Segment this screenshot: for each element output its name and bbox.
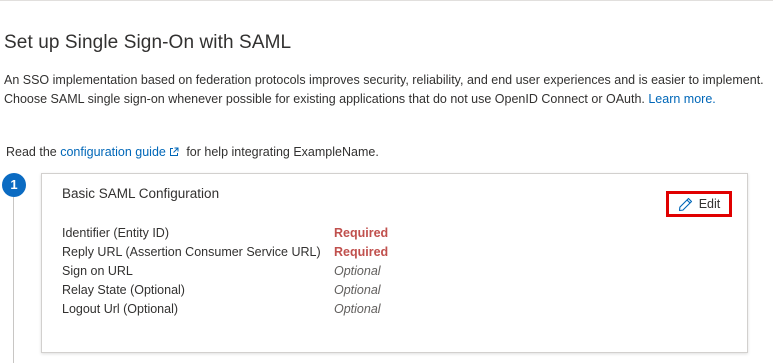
field-row-sign-on-url: Sign on URL Optional [62, 262, 422, 281]
step-connector-line [13, 197, 14, 363]
field-label: Sign on URL [62, 264, 133, 278]
learn-more-link[interactable]: Learn more. [648, 92, 715, 106]
card-title: Basic SAML Configuration [62, 186, 220, 201]
field-label: Reply URL (Assertion Consumer Service UR… [62, 245, 321, 259]
step-number-badge: 1 [2, 173, 26, 197]
field-status-optional: Optional [334, 264, 381, 278]
configuration-guide-line: Read the configuration guide for help in… [6, 144, 379, 160]
field-status-required: Required [334, 245, 389, 259]
field-label: Relay State (Optional) [62, 283, 185, 297]
field-row-logout-url: Logout Url (Optional) Optional [62, 300, 422, 319]
field-status-required: Required [334, 226, 389, 240]
edit-button[interactable]: Edit [666, 191, 732, 217]
field-status-optional: Optional [334, 283, 381, 297]
basic-saml-configuration-card: Basic SAML Configuration Edit Identifier… [41, 173, 748, 353]
top-divider [0, 0, 773, 1]
page-title: Set up Single Sign-On with SAML [4, 32, 292, 53]
field-label: Identifier (Entity ID) [62, 226, 169, 240]
external-link-icon[interactable] [169, 147, 179, 157]
configuration-guide-link[interactable]: configuration guide [60, 145, 166, 159]
intro-paragraph: An SSO implementation based on federatio… [4, 71, 770, 109]
field-row-identifier: Identifier (Entity ID) Required [62, 224, 422, 243]
saml-fields-list: Identifier (Entity ID) Required Reply UR… [62, 224, 422, 319]
pencil-icon [678, 197, 692, 211]
edit-button-label: Edit [698, 197, 721, 211]
field-status-optional: Optional [334, 302, 381, 316]
read-prefix: Read the [6, 145, 61, 159]
field-label: Logout Url (Optional) [62, 302, 179, 316]
field-row-relay-state: Relay State (Optional) Optional [62, 281, 422, 300]
field-row-reply-url: Reply URL (Assertion Consumer Service UR… [62, 243, 422, 262]
read-suffix: for help integrating ExampleName. [182, 145, 379, 159]
